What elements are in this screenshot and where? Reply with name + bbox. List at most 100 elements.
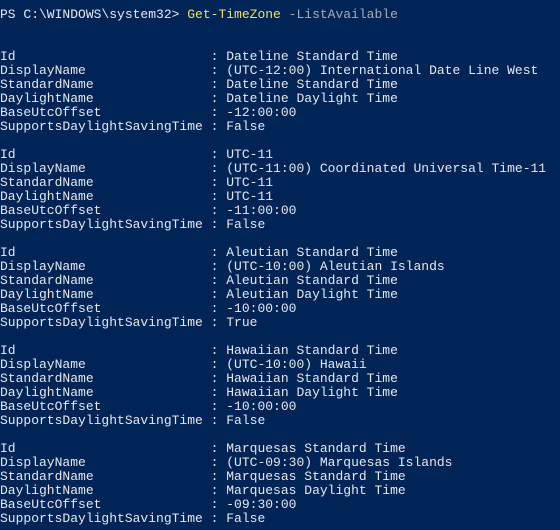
- console-line: DisplayName : (UTC-09:30) Marquesas Isla…: [0, 456, 560, 470]
- field-separator: :: [203, 385, 226, 400]
- powershell-console[interactable]: PS C:\WINDOWS\system32> Get-TimeZone -Li…: [0, 0, 560, 530]
- field-label: SupportsDaylightSavingTime: [0, 119, 203, 134]
- field-label: Id: [0, 49, 203, 64]
- field-separator: :: [203, 175, 226, 190]
- console-line: DisplayName : (UTC-11:00) Coordinated Un…: [0, 162, 560, 176]
- console-line: SupportsDaylightSavingTime : False: [0, 512, 560, 526]
- field-value: Marquesas Standard Time: [226, 469, 405, 484]
- console-line: DaylightName : Hawaiian Daylight Time: [0, 386, 560, 400]
- console-line: DaylightName : Dateline Daylight Time: [0, 92, 560, 106]
- console-line: BaseUtcOffset : -12:00:00: [0, 106, 560, 120]
- console-line: SupportsDaylightSavingTime : False: [0, 414, 560, 428]
- field-label: DisplayName: [0, 161, 203, 176]
- field-label: DaylightName: [0, 287, 203, 302]
- field-separator: :: [203, 259, 226, 274]
- field-separator: :: [203, 455, 226, 470]
- field-separator: :: [203, 245, 226, 260]
- field-value: Marquesas Daylight Time: [226, 483, 405, 498]
- field-separator: :: [203, 371, 226, 386]
- field-label: Id: [0, 343, 203, 358]
- console-line: SupportsDaylightSavingTime : False: [0, 120, 560, 134]
- console-line: SupportsDaylightSavingTime : True: [0, 316, 560, 330]
- field-value: -10:00:00: [226, 399, 296, 414]
- console-line: StandardName : Aleutian Standard Time: [0, 274, 560, 288]
- field-separator: :: [203, 161, 226, 176]
- field-value: (UTC-09:30) Marquesas Islands: [226, 455, 452, 470]
- console-line: DisplayName : (UTC-10:00) Aleutian Islan…: [0, 260, 560, 274]
- field-separator: :: [203, 497, 226, 512]
- field-label: Id: [0, 245, 203, 260]
- cmdlet-name: Get-TimeZone: [187, 7, 281, 22]
- console-line: BaseUtcOffset : -10:00:00: [0, 400, 560, 414]
- field-label: SupportsDaylightSavingTime: [0, 511, 203, 526]
- field-separator: :: [203, 511, 226, 526]
- field-value: False: [226, 413, 265, 428]
- console-line: SupportsDaylightSavingTime : False: [0, 218, 560, 232]
- field-label: SupportsDaylightSavingTime: [0, 315, 203, 330]
- field-label: StandardName: [0, 175, 203, 190]
- field-separator: :: [203, 203, 226, 218]
- console-line: [0, 134, 560, 148]
- field-label: DaylightName: [0, 385, 203, 400]
- field-label: SupportsDaylightSavingTime: [0, 413, 203, 428]
- field-value: (UTC-10:00) Hawaii: [226, 357, 366, 372]
- console-line: DaylightName : Marquesas Daylight Time: [0, 484, 560, 498]
- field-label: StandardName: [0, 469, 203, 484]
- console-line: Id : Hawaiian Standard Time: [0, 344, 560, 358]
- field-separator: :: [203, 147, 226, 162]
- field-separator: :: [203, 315, 226, 330]
- field-value: Aleutian Standard Time: [226, 245, 398, 260]
- field-label: DisplayName: [0, 259, 203, 274]
- field-separator: :: [203, 357, 226, 372]
- field-value: (UTC-10:00) Aleutian Islands: [226, 259, 444, 274]
- field-label: DaylightName: [0, 189, 203, 204]
- field-value: False: [226, 119, 265, 134]
- field-label: BaseUtcOffset: [0, 301, 203, 316]
- field-separator: :: [203, 273, 226, 288]
- field-separator: :: [203, 301, 226, 316]
- field-label: BaseUtcOffset: [0, 497, 203, 512]
- field-value: -11:00:00: [226, 203, 296, 218]
- field-label: Id: [0, 147, 203, 162]
- field-separator: :: [203, 413, 226, 428]
- console-line: [0, 526, 560, 530]
- field-separator: :: [203, 287, 226, 302]
- field-label: DisplayName: [0, 63, 203, 78]
- field-value: Aleutian Daylight Time: [226, 287, 398, 302]
- console-line: Id : Aleutian Standard Time: [0, 246, 560, 260]
- field-separator: :: [203, 91, 226, 106]
- cmdlet-param: -ListAvailable: [281, 7, 398, 22]
- field-value: Hawaiian Standard Time: [226, 343, 398, 358]
- field-separator: :: [203, 399, 226, 414]
- field-separator: :: [203, 49, 226, 64]
- field-separator: :: [203, 343, 226, 358]
- field-label: DaylightName: [0, 483, 203, 498]
- console-line: BaseUtcOffset : -11:00:00: [0, 204, 560, 218]
- field-label: BaseUtcOffset: [0, 105, 203, 120]
- console-line: DaylightName : UTC-11: [0, 190, 560, 204]
- field-label: DaylightName: [0, 91, 203, 106]
- field-value: Hawaiian Standard Time: [226, 371, 398, 386]
- field-label: DisplayName: [0, 455, 203, 470]
- field-value: -12:00:00: [226, 105, 296, 120]
- field-separator: :: [203, 469, 226, 484]
- console-line: [0, 330, 560, 344]
- field-separator: :: [203, 189, 226, 204]
- field-value: UTC-11: [226, 147, 273, 162]
- prompt-path: PS C:\WINDOWS\system32>: [0, 7, 187, 22]
- field-value: UTC-11: [226, 175, 273, 190]
- field-value: Marquesas Standard Time: [226, 441, 405, 456]
- console-line: Id : UTC-11: [0, 148, 560, 162]
- field-value: UTC-11: [226, 189, 273, 204]
- console-line: StandardName : Marquesas Standard Time: [0, 470, 560, 484]
- field-label: StandardName: [0, 371, 203, 386]
- field-value: Dateline Standard Time: [226, 49, 398, 64]
- field-value: True: [226, 315, 257, 330]
- field-label: Id: [0, 441, 203, 456]
- console-line: BaseUtcOffset : -09:30:00: [0, 498, 560, 512]
- field-value: False: [226, 217, 265, 232]
- field-label: StandardName: [0, 77, 203, 92]
- console-line: DisplayName : (UTC-10:00) Hawaii: [0, 358, 560, 372]
- field-label: BaseUtcOffset: [0, 203, 203, 218]
- field-label: DisplayName: [0, 357, 203, 372]
